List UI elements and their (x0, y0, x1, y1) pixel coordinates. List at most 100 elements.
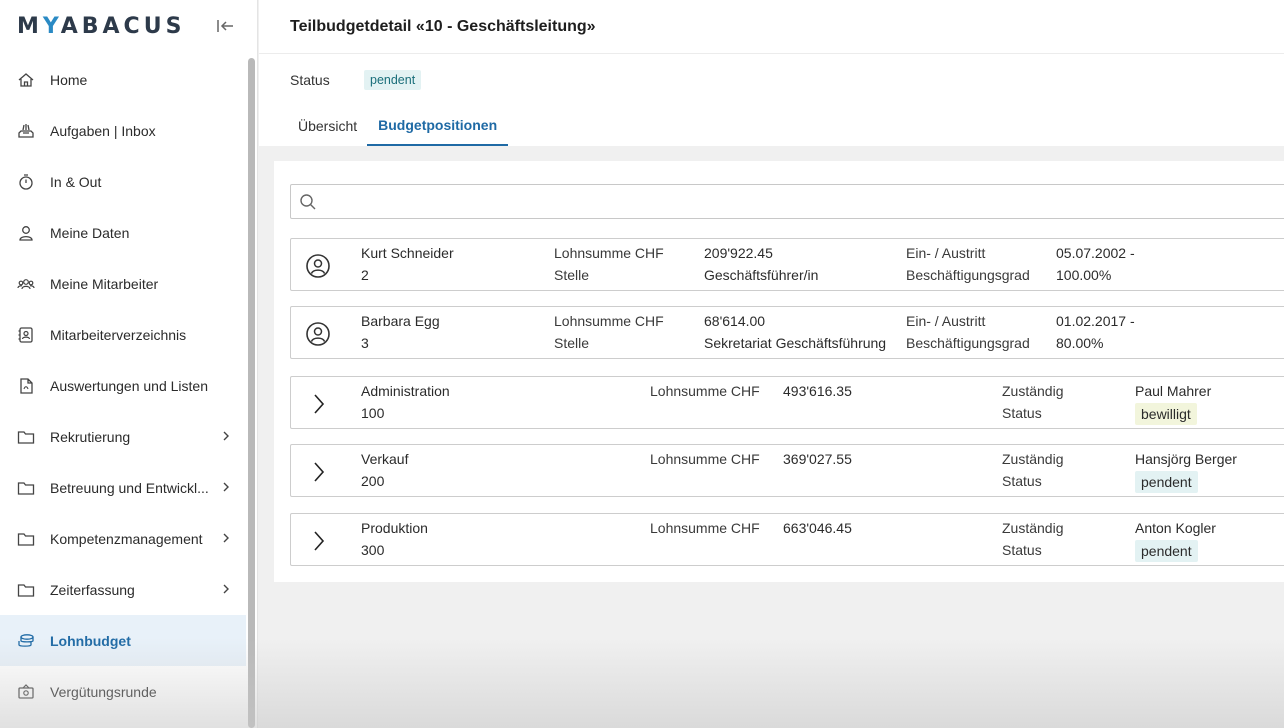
unit-card[interactable]: Verkauf 200 Lohnsumme CHF 369'027.55 Zus… (290, 444, 1284, 497)
unit-name: Produktion (361, 520, 428, 536)
person-icon (16, 223, 36, 243)
unit-card[interactable]: Produktion 300 Lohnsumme CHF 663'046.45 … (290, 513, 1284, 566)
sidebar-item-label: In & Out (50, 173, 102, 190)
sidebar-item-label: Kompetenzmanagement (50, 530, 203, 547)
salary-value: 209'922.45 (704, 245, 773, 261)
employee-card[interactable]: Kurt Schneider 2 Lohnsumme CHF Stelle 20… (290, 238, 1284, 291)
folder-icon (16, 478, 36, 498)
sidebar-item-in-out[interactable]: In & Out (0, 156, 246, 207)
sidebar-item-inbox[interactable]: Aufgaben | Inbox (0, 105, 246, 156)
search-box[interactable] (290, 184, 1284, 219)
logo-letter-m: M (17, 13, 43, 39)
chevron-right-icon (223, 482, 229, 492)
status-label: Status (1002, 405, 1042, 421)
search-input[interactable] (325, 186, 1284, 217)
sidebar-item-home[interactable]: Home (0, 54, 246, 105)
chevron-right-icon[interactable] (305, 391, 331, 417)
tab-budgetpositionen[interactable]: Budgetpositionen (367, 108, 509, 146)
salary-value: 493'616.35 (783, 383, 852, 399)
sidebar-item-betreuung[interactable]: Betreuung und Entwickl... (0, 462, 246, 513)
chevron-right-icon (223, 431, 229, 441)
unit-number: 100 (361, 405, 385, 421)
sidebar-item-zeiterfassung[interactable]: Zeiterfassung (0, 564, 246, 615)
employee-number: 3 (361, 335, 369, 351)
sidebar-item-label: Home (50, 71, 88, 88)
person-circle-icon (305, 253, 331, 279)
sidebar-item-label: Mitarbeiterverzeichnis (50, 326, 187, 343)
sidebar-scrollbar[interactable] (248, 58, 255, 728)
position-label: Stelle (554, 267, 590, 283)
responsible-value: Hansjörg Berger (1135, 451, 1237, 467)
chevron-right-icon (223, 533, 229, 543)
employee-name: Barbara Egg (361, 313, 440, 329)
unit-card[interactable]: Administration 100 Lohnsumme CHF 493'616… (290, 376, 1284, 429)
logo-letter-y: Y (42, 13, 61, 39)
unit-number: 200 (361, 473, 385, 489)
topbar: Teilbudgetdetail «10 - Geschäftsleitung» (259, 0, 1284, 54)
myabacus-logo[interactable]: MYABACUS (17, 14, 185, 39)
status-badge: bewilligt (1135, 403, 1197, 425)
salary-label: Lohnsumme CHF (554, 313, 664, 329)
sidebar-item-label: Vergütungsrunde (50, 683, 157, 700)
collapse-sidebar-button[interactable] (215, 16, 235, 36)
position-value: Sekretariat Geschäftsführung (704, 335, 887, 351)
unit-number: 300 (361, 542, 385, 558)
salary-label: Lohnsumme CHF (554, 245, 664, 261)
chevron-right-icon (223, 584, 229, 594)
unit-name: Administration (361, 383, 450, 399)
sidebar-item-label: Meine Daten (50, 224, 130, 241)
responsible-label: Zuständig (1002, 383, 1064, 399)
coins-icon (16, 631, 36, 651)
unit-name: Verkauf (361, 451, 409, 467)
status-label: Status (290, 72, 330, 88)
sidebar-item-lohnbudget[interactable]: Lohnbudget (0, 615, 246, 666)
folder-icon (16, 529, 36, 549)
position-value: Geschäftsführer/in (704, 267, 819, 283)
entry-exit-value: 05.07.2002 - (1056, 245, 1135, 261)
inbox-icon (16, 121, 36, 141)
sidebar-item-label: Auswertungen und Listen (50, 377, 208, 394)
sidebar-item-kompetenzmanagement[interactable]: Kompetenzmanagement (0, 513, 246, 564)
person-circle-icon (305, 321, 331, 347)
budget-positions-panel: Kurt Schneider 2 Lohnsumme CHF Stelle 20… (274, 161, 1284, 582)
sidebar: MYABACUS Home Aufgaben | Inbox In & Out … (0, 0, 258, 728)
collapse-left-icon (217, 20, 233, 32)
employment-level-label: Beschäftigungsgrad (906, 335, 1030, 351)
sidebar-item-meine-daten[interactable]: Meine Daten (0, 207, 246, 258)
sidebar-item-auswertungen[interactable]: Auswertungen und Listen (0, 360, 246, 411)
search-icon (300, 193, 316, 209)
chevron-right-icon[interactable] (305, 528, 331, 554)
folder-icon (16, 427, 36, 447)
chevron-right-icon[interactable] (305, 459, 331, 485)
folder-icon (16, 580, 36, 600)
salary-label: Lohnsumme CHF (650, 520, 760, 536)
employee-card[interactable]: Barbara Egg 3 Lohnsumme CHF Stelle 68'61… (290, 306, 1284, 359)
sidebar-item-verguetungsrunde[interactable]: Vergütungsrunde (0, 666, 246, 717)
logo-letters: ABACUS (60, 13, 186, 39)
logo-row: MYABACUS (0, 0, 257, 52)
responsible-label: Zuständig (1002, 451, 1064, 467)
tab-uebersicht[interactable]: Übersicht (288, 108, 367, 146)
entry-exit-value: 01.02.2017 - (1056, 313, 1135, 329)
sidebar-item-label: Betreuung und Entwickl... (50, 479, 209, 496)
salary-label: Lohnsumme CHF (650, 451, 760, 467)
status-badge: pendent (364, 70, 422, 90)
directory-icon (16, 325, 36, 345)
salary-value: 663'046.45 (783, 520, 852, 536)
sidebar-nav: Home Aufgaben | Inbox In & Out Meine Dat… (0, 54, 246, 717)
salary-label: Lohnsumme CHF (650, 383, 760, 399)
status-bar: Status pendent Übersicht Budgetpositione… (259, 54, 1284, 146)
sidebar-item-label: Lohnbudget (50, 632, 131, 649)
responsible-label: Zuständig (1002, 520, 1064, 536)
status-label: Status (1002, 473, 1042, 489)
status-badge: pendent (1135, 471, 1198, 493)
sidebar-item-mitarbeiterverzeichnis[interactable]: Mitarbeiterverzeichnis (0, 309, 246, 360)
employment-level-value: 100.00% (1056, 267, 1112, 283)
employee-number: 2 (361, 267, 369, 283)
position-label: Stelle (554, 335, 590, 351)
salary-value: 68'614.00 (704, 313, 766, 329)
sidebar-item-rekrutierung[interactable]: Rekrutierung (0, 411, 246, 462)
sidebar-item-meine-mitarbeiter[interactable]: Meine Mitarbeiter (0, 258, 246, 309)
salary-value: 369'027.55 (783, 451, 852, 467)
sidebar-item-label: Rekrutierung (50, 428, 131, 445)
